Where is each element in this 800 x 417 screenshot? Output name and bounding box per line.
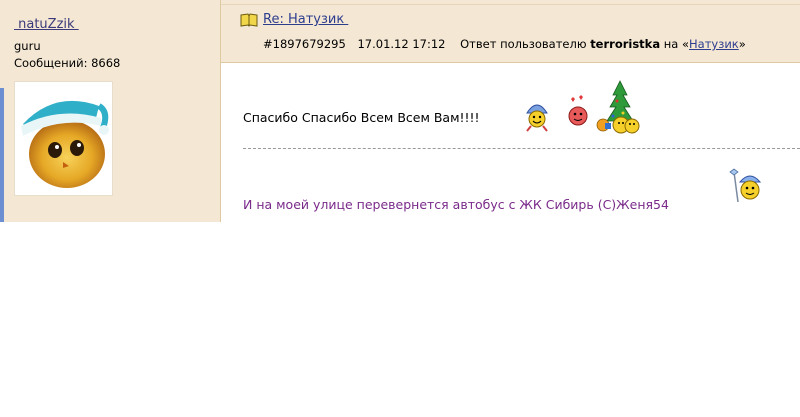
user-signature: И на моей улице перевернется автобус с Ж… xyxy=(243,197,669,212)
post-header: Re: Натузик #1897679295 17.01.12 17:12 О… xyxy=(221,0,800,63)
signature-divider xyxy=(243,148,800,149)
topic-close: » xyxy=(738,37,746,51)
header-border xyxy=(221,4,800,5)
username-link[interactable]: natuZzik xyxy=(14,17,79,32)
reply-prefix: Ответ пользователю xyxy=(460,37,587,51)
message-count: Сообщений: 8668 xyxy=(14,56,121,70)
post-date: 17.01.12 17:12 xyxy=(357,37,446,51)
post-number[interactable]: #1897679295 xyxy=(263,37,346,51)
sidebar-accent-bar xyxy=(0,88,4,222)
post-body: Спасибо Спасибо Всем Всем Вам!!!! xyxy=(243,110,480,125)
avatar[interactable] xyxy=(14,81,113,196)
post-content: Спасибо Спасибо Всем Всем Вам!!!! И на м… xyxy=(221,63,800,222)
snow-maiden-smiley-icon xyxy=(526,104,548,132)
forum-post: natuZzik guru Сообщений: 8668 Re: Натузи… xyxy=(0,0,800,222)
reply-to-user: terroristka xyxy=(590,37,661,51)
post-meta: #1897679295 17.01.12 17:12 Ответ пользов… xyxy=(263,37,746,51)
on-label: на « xyxy=(663,37,690,51)
love-smiley-icon xyxy=(568,95,588,126)
user-sidebar: natuZzik guru Сообщений: 8668 xyxy=(0,0,221,222)
book-icon xyxy=(240,13,258,27)
smileys-group xyxy=(521,79,651,139)
post-title-link[interactable]: Re: Натузик xyxy=(263,12,348,27)
user-rank: guru xyxy=(14,39,41,53)
topic-link[interactable]: Натузик xyxy=(689,37,739,51)
wizard-smiley-icon xyxy=(728,168,764,204)
christmas-tree-smiley-icon xyxy=(596,80,640,134)
